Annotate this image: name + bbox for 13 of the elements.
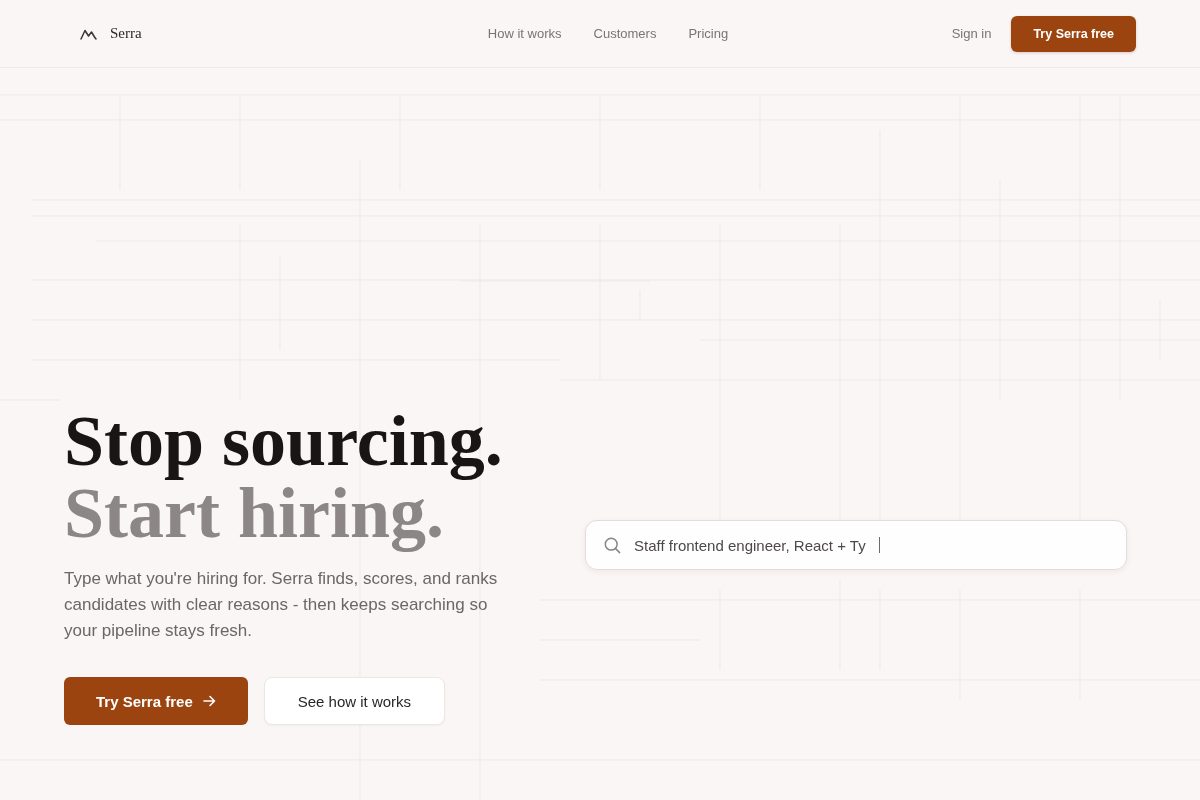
nav-link[interactable]: Pricing [688, 26, 729, 41]
secondary-button[interactable]: See how it works [263, 677, 446, 725]
search-field[interactable]: Staff frontend engineer, React + Ty [585, 520, 1127, 570]
mountain-logo-icon [80, 27, 100, 40]
hero-description: Type what you're hiring for. Serra finds, scores, and ranks candidates with clear reasons - then keeps searching so your pipeline stays fresh. [64, 568, 499, 642]
brand-name[interactable]: Serra [110, 25, 142, 42]
try-free-button[interactable]: Try Serra free [1011, 15, 1136, 52]
primary-button[interactable]: Try Serra free [64, 677, 248, 725]
sign-in-link[interactable]: Sign in [951, 26, 992, 41]
nav-link[interactable]: How it works [487, 26, 562, 41]
arrow-right-icon [202, 695, 216, 707]
search-icon [604, 536, 621, 554]
nav-link[interactable]: Customers [593, 26, 657, 41]
